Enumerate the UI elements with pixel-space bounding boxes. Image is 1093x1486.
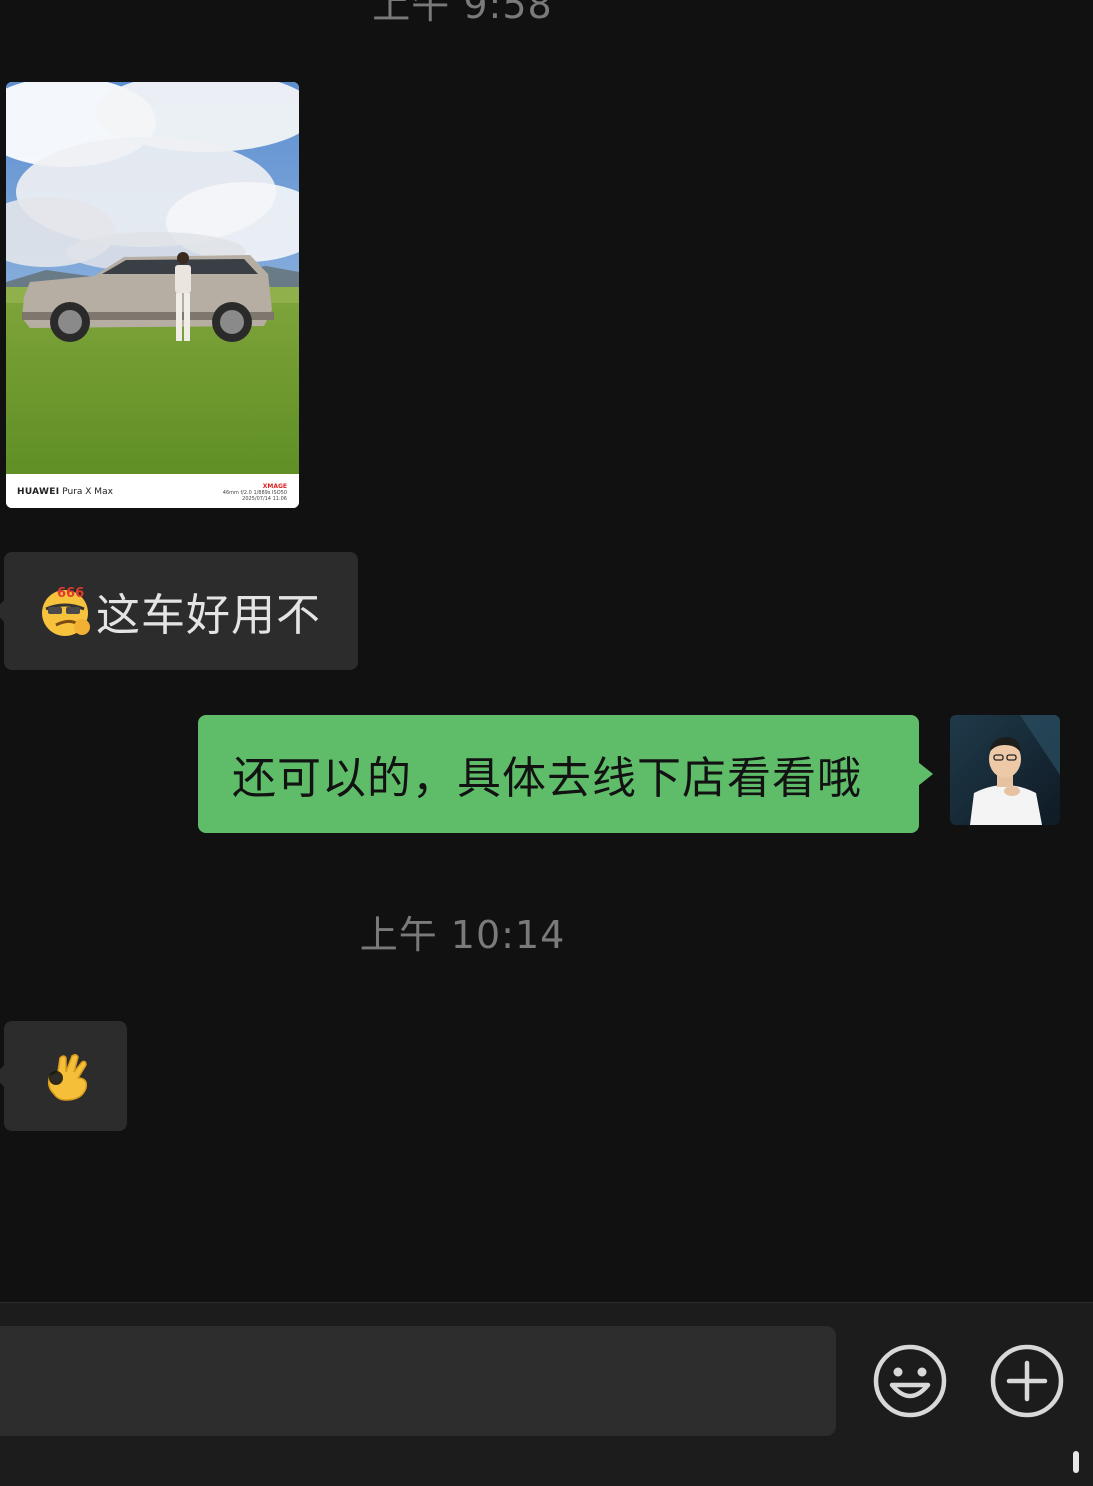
incoming-emoji-bubble[interactable]	[0, 1021, 127, 1131]
smirk-666-emoji: 666	[42, 586, 90, 636]
emoji-button[interactable]	[872, 1343, 948, 1419]
scroll-handle[interactable]	[1073, 1451, 1079, 1473]
user-avatar[interactable]	[950, 715, 1060, 825]
ok-hand-emoji	[47, 1053, 87, 1101]
svg-text:666: 666	[57, 586, 84, 601]
input-bar	[0, 1302, 1093, 1486]
outgoing-message-bubble[interactable]: 还可以的，具体去线下店看看哦	[198, 715, 933, 833]
message-text: 这车好用不	[96, 590, 321, 641]
smiley-icon	[873, 1344, 947, 1418]
photo-meta: XMAGE 46mm f/2.0 1/889s ISO50 2025/07/14…	[222, 483, 287, 503]
photo-watermark: HUAWEI Pura X Max XMAGE 46mm f/2.0 1/889…	[6, 474, 299, 508]
chat-history[interactable]: 上午 9:58 HUAWEI Pura X Max XMAGE 46mm f/2…	[0, 0, 1093, 1302]
incoming-message-bubble[interactable]: 666 这车好用不	[0, 552, 358, 670]
car-photo	[6, 82, 299, 474]
plus-circle-icon	[990, 1344, 1064, 1418]
avatar-image	[950, 715, 1060, 825]
timestamp-top: 上午 9:58	[372, 0, 553, 27]
message-text: 还可以的，具体去线下店看看哦	[232, 753, 862, 804]
image-message[interactable]: HUAWEI Pura X Max XMAGE 46mm f/2.0 1/889…	[6, 82, 299, 508]
timestamp-mid: 上午 10:14	[359, 913, 566, 957]
message-input[interactable]	[0, 1326, 836, 1436]
plus-button[interactable]	[989, 1343, 1065, 1419]
photo-brand-label: HUAWEI Pura X Max	[17, 487, 113, 497]
